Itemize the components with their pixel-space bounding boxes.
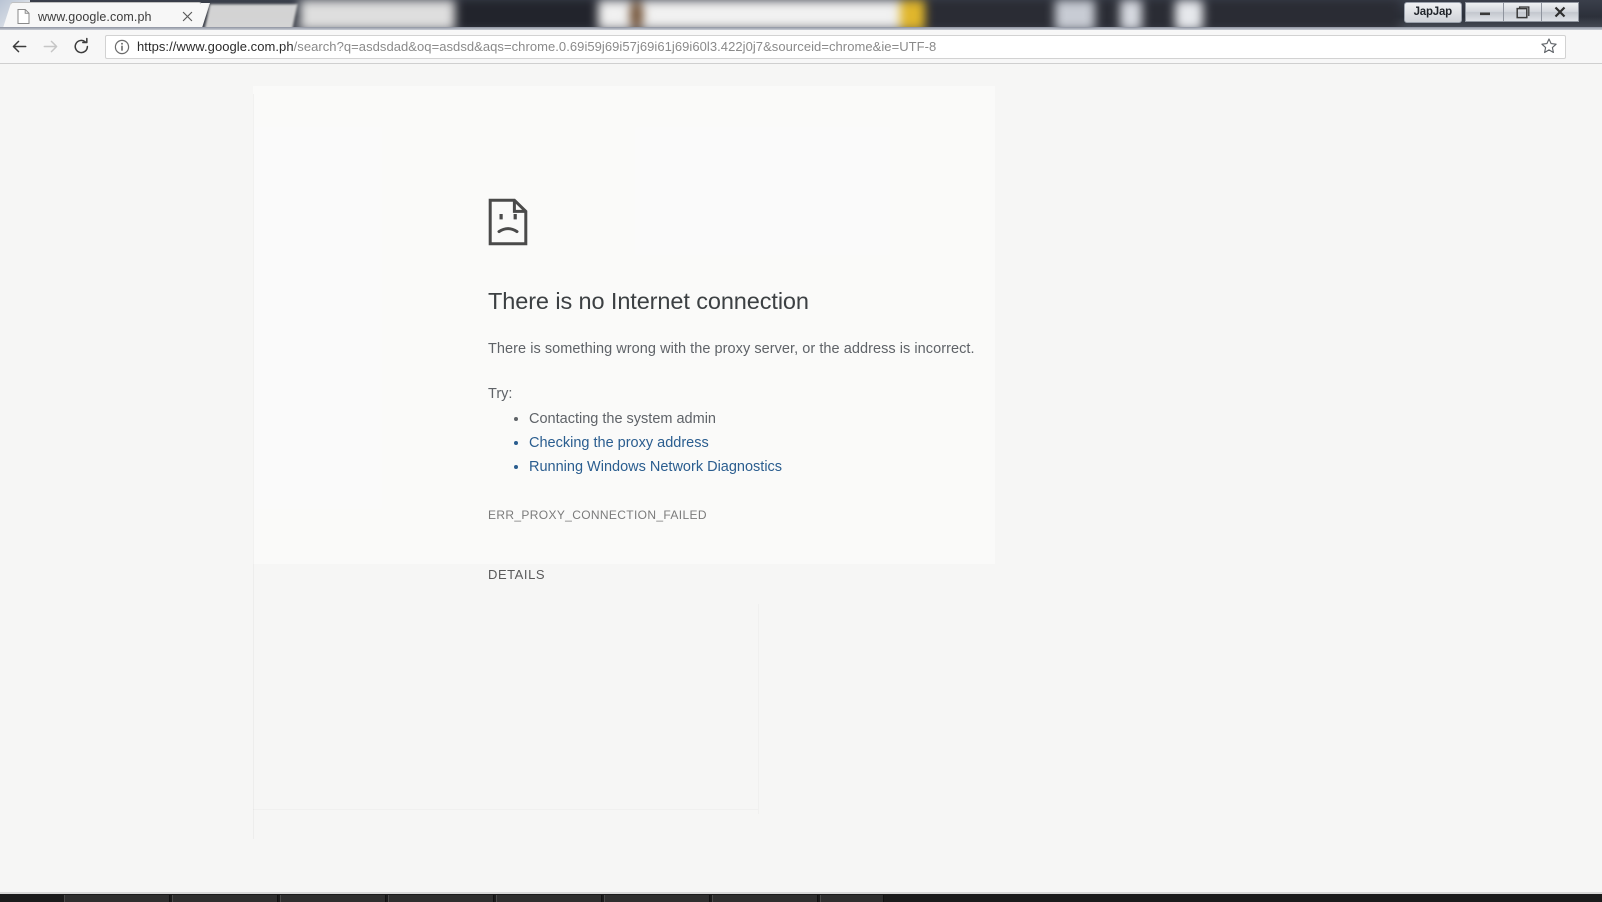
- capture-seam-vertical: [253, 94, 254, 839]
- error-code: ERR_PROXY_CONNECTION_FAILED: [488, 507, 707, 522]
- capture-seam-horizontal: [253, 809, 758, 810]
- url-host: https://www.google.com.ph: [137, 39, 294, 54]
- os-taskbar-sliver[interactable]: [0, 894, 1602, 902]
- suggestion-text: Contacting the system admin: [529, 411, 716, 427]
- taskbar-item[interactable]: [712, 895, 818, 902]
- sad-page-icon: [488, 198, 528, 246]
- chrome-menu-button[interactable]: [1568, 32, 1598, 62]
- error-subtitle: There is something wrong with the proxy …: [488, 341, 975, 357]
- suggestion-list: Contacting the system admin Checking the…: [488, 408, 1108, 480]
- window-user-badge[interactable]: JapJap: [1403, 2, 1462, 23]
- minimize-icon: [1479, 12, 1490, 16]
- list-item: Contacting the system admin: [529, 408, 1108, 432]
- capture-seam-vertical-2: [758, 604, 759, 814]
- page-title: There is no Internet connection: [488, 288, 809, 314]
- taskbar-item[interactable]: [280, 895, 386, 902]
- list-item[interactable]: Running Windows Network Diagnostics: [529, 456, 1108, 480]
- close-window-button[interactable]: [1541, 2, 1579, 22]
- close-x-icon: [1554, 6, 1566, 18]
- details-button[interactable]: DETAILS: [488, 567, 545, 582]
- restore-icon: [1515, 5, 1529, 18]
- url-text[interactable]: https://www.google.com.ph/search?q=asdsd…: [137, 39, 1534, 54]
- taskbar-item[interactable]: [64, 895, 170, 902]
- browser-window: www.google.com.ph JapJap https://www.goo…: [0, 0, 1602, 902]
- taskbar-item[interactable]: [496, 895, 602, 902]
- page-icon: [17, 9, 30, 24]
- minimize-button[interactable]: [1465, 2, 1503, 22]
- taskbar-item[interactable]: [604, 895, 710, 902]
- list-item[interactable]: Checking the proxy address: [529, 432, 1108, 456]
- title-bar: www.google.com.ph JapJap: [0, 0, 1602, 30]
- error-content: There is no Internet connection There is…: [488, 198, 1108, 522]
- star-outline-icon[interactable]: [1540, 37, 1559, 56]
- try-label: Try:: [488, 386, 513, 402]
- url-path: /search?q=asdsdad&oq=asdsd&aqs=chrome.0.…: [293, 39, 937, 54]
- page-viewport: There is no Internet connection There is…: [0, 64, 1602, 894]
- taskbar-item[interactable]: [388, 895, 494, 902]
- blurred-tab-strip: [300, 0, 1400, 30]
- suggestion-link[interactable]: Checking the proxy address: [529, 435, 709, 451]
- maximize-button[interactable]: [1503, 2, 1541, 22]
- taskbar-item[interactable]: [820, 895, 884, 902]
- browser-toolbar: https://www.google.com.ph/search?q=asdsd…: [0, 30, 1602, 64]
- reload-icon: [74, 37, 89, 54]
- close-icon[interactable]: [179, 9, 195, 25]
- suggestion-link[interactable]: Running Windows Network Diagnostics: [529, 459, 782, 475]
- back-button[interactable]: [4, 32, 35, 62]
- forward-arrow-icon: [43, 40, 58, 53]
- back-arrow-icon: [12, 40, 27, 53]
- info-circle-icon[interactable]: [114, 39, 130, 55]
- tab-title: www.google.com.ph: [38, 9, 152, 24]
- taskbar-item[interactable]: [172, 895, 278, 902]
- forward-button[interactable]: [35, 32, 66, 62]
- address-bar[interactable]: https://www.google.com.ph/search?q=asdsd…: [105, 34, 1566, 59]
- reload-button[interactable]: [66, 32, 97, 62]
- tab-www-google-com-ph[interactable]: www.google.com.ph: [2, 2, 210, 30]
